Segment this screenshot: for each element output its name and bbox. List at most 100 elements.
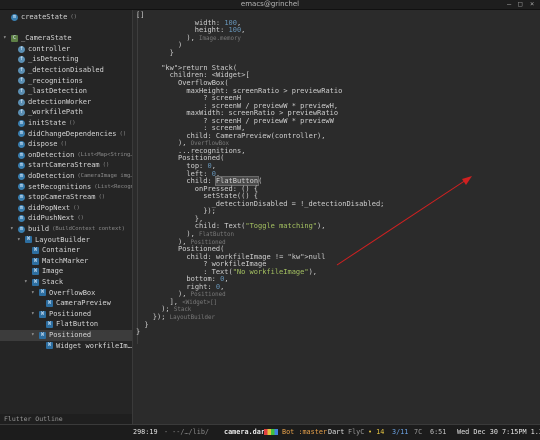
outline-item-label: LayoutBuilder bbox=[35, 235, 90, 244]
method-icon: m bbox=[18, 130, 25, 138]
widget-icon: W bbox=[32, 246, 39, 254]
misc-indicator: 7C bbox=[414, 428, 423, 436]
widget-icon: W bbox=[25, 236, 32, 244]
outline-item[interactable] bbox=[0, 23, 132, 34]
widget-icon: W bbox=[32, 268, 39, 276]
cursor-position: 298:19 bbox=[133, 428, 158, 436]
indent-guide bbox=[137, 14, 138, 344]
outline-item-signature: () bbox=[119, 130, 127, 137]
outline-item-label: Image bbox=[42, 267, 64, 276]
outline-item[interactable]: f _lastDetection bbox=[0, 86, 132, 97]
code-line: [] bbox=[136, 11, 144, 20]
code-line: _detectionDisabled = !_detectionDisabled… bbox=[212, 200, 385, 209]
outline-item[interactable]: m dispose() bbox=[0, 139, 132, 150]
code-text: ), bbox=[186, 33, 200, 42]
code-text: } bbox=[169, 48, 174, 57]
code-text: } bbox=[144, 320, 149, 329]
widget-icon: W bbox=[32, 257, 39, 265]
mode-line: 298:19 - --/…/lib/ camera.dart Bot :mast… bbox=[0, 424, 540, 440]
outline-item-label: detectionWorker bbox=[28, 97, 92, 106]
outline-item-label: _CameraState bbox=[21, 34, 72, 43]
outline-item-signature: (CameraImage img… bbox=[77, 173, 132, 179]
outline-item-label: startCameraStream bbox=[28, 161, 100, 170]
outline-item[interactable]: m startCameraStream() bbox=[0, 160, 132, 171]
outline-item[interactable]: ▾ m build (BuildContext context) bbox=[0, 224, 132, 235]
outline-item[interactable]: f controller bbox=[0, 44, 132, 55]
expand-caret-icon[interactable]: ▾ bbox=[3, 33, 11, 44]
buffer-filename[interactable]: camera.dart bbox=[224, 425, 269, 440]
outline-item[interactable]: ▾ W Stack bbox=[0, 277, 132, 288]
outline-item[interactable]: m didPushNext() bbox=[0, 213, 132, 224]
maximize-button[interactable]: □ bbox=[518, 0, 522, 9]
outline-item-label: doDetection bbox=[28, 172, 75, 180]
method-icon: m bbox=[18, 215, 25, 223]
outline-item[interactable]: ▾ W Positioned bbox=[0, 309, 132, 320]
outline-item-label: didPushNext bbox=[28, 214, 75, 223]
outline-item-label: dispose bbox=[28, 140, 58, 149]
outline-item[interactable]: W CameraPreview bbox=[0, 298, 132, 309]
outline-item-signature: () bbox=[98, 194, 106, 201]
outline-item[interactable]: m didChangeDependencies() bbox=[0, 129, 132, 140]
outline-item[interactable]: f _isDetecting bbox=[0, 54, 132, 65]
code-line: }); LayoutBuilder bbox=[153, 313, 215, 322]
outline-item[interactable]: m initState() bbox=[0, 118, 132, 129]
outline-item[interactable]: m doDetection (CameraImage img… bbox=[0, 171, 132, 182]
outline-item[interactable]: m createState() bbox=[0, 12, 132, 23]
outline-item-label: onDetection bbox=[28, 150, 75, 159]
code-text: }); bbox=[203, 207, 216, 216]
outline-item-label: Widget workfileIm… bbox=[56, 341, 132, 350]
widget-icon: W bbox=[39, 331, 46, 339]
outline-item[interactable]: f _workfilePath bbox=[0, 107, 132, 118]
method-icon: m bbox=[18, 172, 25, 180]
outline-item-label: CameraPreview bbox=[56, 299, 111, 308]
outline-item[interactable]: m didPopNext() bbox=[0, 203, 132, 214]
code-editor[interactable]: [] width: 100, height: 100,), Image.memory… bbox=[133, 10, 540, 424]
method-icon: m bbox=[18, 183, 25, 191]
outline-item-label: Positioned bbox=[49, 309, 92, 318]
code-text: [] bbox=[136, 11, 145, 19]
closing-label-hint: LayoutBuilder bbox=[169, 315, 216, 321]
expand-caret-icon[interactable]: ▾ bbox=[31, 330, 39, 341]
flycheck-indicator[interactable]: FlyC bbox=[348, 425, 364, 440]
expand-caret-icon[interactable]: ▾ bbox=[17, 235, 25, 246]
outline-item[interactable]: f detectionWorker bbox=[0, 97, 132, 108]
minimize-button[interactable]: – bbox=[507, 0, 511, 9]
outline-item[interactable]: ▾ W LayoutBuilder bbox=[0, 235, 132, 246]
outline-item[interactable]: W MatchMarker bbox=[0, 256, 132, 267]
method-icon: m bbox=[18, 204, 25, 212]
outline-item[interactable]: ▾ W OverflowBox bbox=[0, 288, 132, 299]
method-icon: m bbox=[18, 140, 25, 148]
outline-item-signature: () bbox=[73, 204, 80, 211]
outline-item-label: _lastDetection bbox=[28, 87, 88, 96]
widget-icon: W bbox=[46, 299, 53, 307]
git-branch[interactable]: Bot :master bbox=[282, 425, 327, 440]
outline-item-label: _isDetecting bbox=[28, 55, 79, 64]
method-icon: m bbox=[18, 151, 25, 159]
outline-item-label: OverflowBox bbox=[49, 288, 96, 297]
code-line: } bbox=[136, 328, 140, 337]
major-mode[interactable]: Dart bbox=[328, 425, 344, 440]
outline-item-label: didPopNext bbox=[28, 203, 71, 212]
outline-item[interactable]: msetRecognitions(List<Recogn… bbox=[0, 182, 132, 193]
outline-item-label: Stack bbox=[42, 278, 64, 286]
outline-item[interactable]: m onDetection (List<Map<String… bbox=[0, 150, 132, 161]
close-button[interactable]: × bbox=[530, 0, 534, 9]
outline-item[interactable]: W FlatButton bbox=[0, 319, 132, 330]
outline-item[interactable]: W Container bbox=[0, 245, 132, 256]
outline-item-signature: (List<Recogn… bbox=[94, 183, 132, 190]
expand-caret-icon[interactable]: ▾ bbox=[31, 288, 39, 299]
method-icon: m bbox=[18, 162, 25, 170]
outline-item[interactable]: f _detectionDisabled bbox=[0, 65, 132, 76]
outline-item[interactable]: m stopCameraStream() bbox=[0, 192, 132, 203]
expand-caret-icon[interactable]: ▾ bbox=[31, 309, 39, 320]
expand-caret-icon[interactable]: ▾ bbox=[24, 277, 32, 288]
outline-item[interactable]: ▾ W Positioned bbox=[0, 330, 132, 341]
outline-item[interactable]: f _recognitions bbox=[0, 76, 132, 87]
outline-item-signature: () bbox=[68, 120, 76, 126]
expand-caret-icon[interactable]: ▾ bbox=[10, 224, 18, 235]
outline-item[interactable]: ▾ C _CameraState bbox=[0, 33, 132, 44]
outline-item-label: controller bbox=[28, 44, 71, 53]
class-icon: C bbox=[11, 34, 18, 42]
outline-item[interactable]: W Image bbox=[0, 266, 132, 277]
outline-item[interactable]: W Widget workfileIm… bbox=[0, 341, 132, 352]
